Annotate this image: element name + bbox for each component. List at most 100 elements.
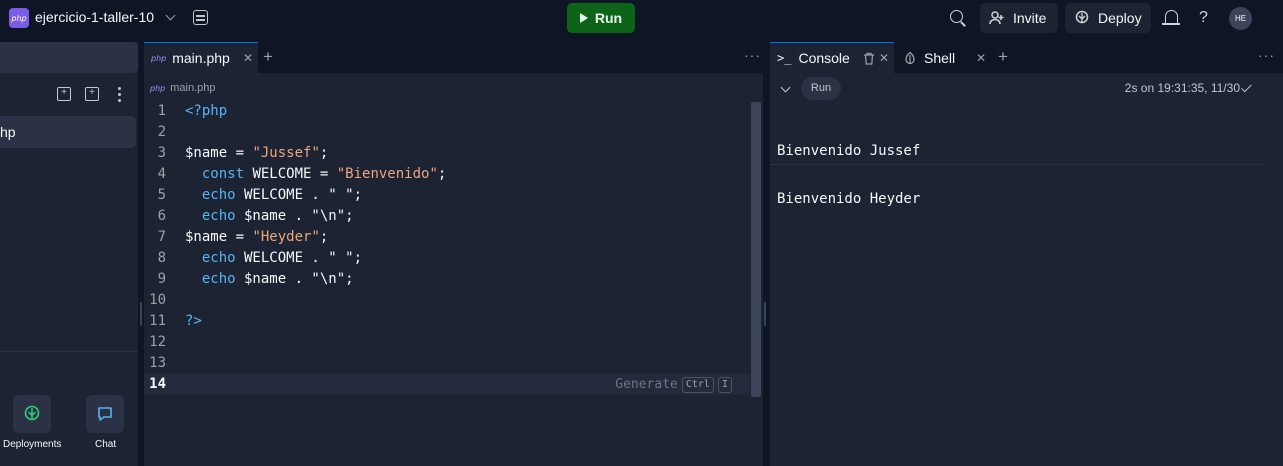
deploy-label: Deploy bbox=[1098, 10, 1142, 26]
chevron-down-icon[interactable] bbox=[165, 10, 176, 21]
more-options-icon[interactable] bbox=[118, 87, 122, 102]
close-icon[interactable]: ✕ bbox=[976, 51, 986, 65]
invite-label: Invite bbox=[1013, 10, 1047, 26]
code-token: "Heyder" bbox=[252, 229, 320, 245]
split-resize-handle[interactable] bbox=[764, 302, 766, 326]
repl-name[interactable]: ejercicio-1-taller-10 bbox=[35, 9, 154, 25]
code-token: ; bbox=[319, 229, 329, 245]
tab-label: Console bbox=[798, 50, 850, 66]
file-panel: + + hp Deployments Chat bbox=[0, 42, 138, 466]
tab-console[interactable]: >_ Console bbox=[770, 42, 894, 73]
file-search[interactable] bbox=[0, 42, 138, 73]
console-output: Bienvenido Jussef Bienvenido Heyder bbox=[777, 111, 920, 239]
code-line[interactable]: 3 $name = "Jussef"; bbox=[144, 143, 750, 164]
code-line[interactable]: 9 echo $name . "\n"; bbox=[144, 269, 750, 290]
line-number: 7 bbox=[157, 229, 166, 245]
deployments-button[interactable] bbox=[13, 395, 51, 433]
breadcrumb-file[interactable]: main.php bbox=[170, 82, 215, 94]
code-text: <?php bbox=[185, 101, 227, 122]
code-text: echo WELCOME . " "; bbox=[185, 185, 362, 206]
console-tab-bar: >_ Console ✕ Shell ✕ + ··· bbox=[770, 42, 1283, 73]
line-number: 8 bbox=[157, 250, 166, 266]
left-resize-handle[interactable] bbox=[140, 302, 142, 326]
run-button[interactable]: Run bbox=[567, 3, 635, 33]
shortcut-key: I bbox=[717, 376, 732, 393]
code-line[interactable]: 6 echo $name . "\n"; bbox=[144, 206, 750, 227]
code-line[interactable]: 7 $name = "Heyder"; bbox=[144, 227, 750, 248]
run-metadata: 2s on 19:31:35, 11/30 bbox=[1124, 81, 1240, 95]
console-pane: >_ Console ✕ Shell ✕ + ··· Run 2s on 19:… bbox=[770, 42, 1283, 466]
chevron-down-icon[interactable] bbox=[780, 82, 791, 93]
new-folder-icon[interactable]: + bbox=[85, 87, 99, 101]
help-icon[interactable]: ? bbox=[1199, 9, 1208, 27]
close-icon[interactable]: ✕ bbox=[879, 51, 889, 65]
code-area[interactable]: 1 <?php 2 3 $name = "Jussef"; 4 const WELCOME… bbox=[144, 101, 750, 395]
add-tab-icon[interactable]: + bbox=[263, 47, 273, 67]
code-token: $name . "\n"; bbox=[235, 208, 354, 224]
line-number: 6 bbox=[157, 208, 166, 224]
php-file-icon: php bbox=[150, 83, 166, 93]
code-token: ; bbox=[437, 166, 447, 182]
code-token: const bbox=[201, 166, 245, 182]
line-number: 11 bbox=[149, 313, 166, 329]
shortcut-key: Ctrl bbox=[681, 376, 714, 393]
trash-icon[interactable] bbox=[863, 52, 875, 65]
run-chip[interactable]: Run bbox=[801, 77, 841, 100]
add-user-icon bbox=[989, 11, 1004, 25]
line-number: 14 bbox=[149, 376, 166, 392]
code-line[interactable]: 4 const WELCOME = "Bienvenido"; bbox=[144, 164, 750, 185]
tab-main-php[interactable]: php main.php bbox=[144, 42, 258, 73]
code-line[interactable]: 5 echo WELCOME . " "; bbox=[144, 185, 750, 206]
code-token: <?php bbox=[185, 103, 228, 119]
code-line[interactable]: 10 bbox=[144, 290, 750, 311]
search-icon[interactable] bbox=[950, 10, 963, 23]
line-number: 13 bbox=[149, 355, 166, 371]
code-line[interactable]: 12 bbox=[144, 332, 750, 353]
new-file-icon[interactable]: + bbox=[57, 87, 71, 101]
file-item-main-php[interactable]: hp bbox=[0, 116, 136, 148]
generate-hint[interactable]: Generate Ctrl I bbox=[615, 374, 732, 395]
avatar[interactable]: HE bbox=[1229, 7, 1252, 30]
line-number: 1 bbox=[157, 103, 166, 119]
breadcrumb: php main.php bbox=[150, 82, 216, 94]
editor-scrollbar[interactable] bbox=[751, 102, 761, 397]
code-text: $name = "Heyder"; bbox=[185, 227, 328, 248]
code-line[interactable]: 2 bbox=[144, 122, 750, 143]
tab-label: main.php bbox=[172, 50, 230, 66]
code-line[interactable]: 14 Generate Ctrl I bbox=[144, 374, 750, 395]
more-options-icon[interactable]: ··· bbox=[744, 47, 761, 63]
run-button-label: Run bbox=[594, 10, 623, 26]
bell-icon[interactable] bbox=[1162, 10, 1180, 25]
code-line[interactable]: 8 echo WELCOME . " "; bbox=[144, 248, 750, 269]
close-icon[interactable]: ✕ bbox=[243, 51, 253, 65]
add-tab-icon[interactable]: + bbox=[998, 47, 1008, 67]
line-number: 5 bbox=[157, 187, 166, 203]
check-icon bbox=[1241, 81, 1252, 93]
chat-label: Chat bbox=[95, 439, 117, 450]
invite-button[interactable]: Invite bbox=[980, 3, 1058, 33]
generate-label: Generate bbox=[615, 377, 678, 392]
code-token: "Bienvenido" bbox=[336, 166, 438, 182]
code-text: echo WELCOME . " "; bbox=[185, 248, 362, 269]
code-line[interactable]: 11 ?> bbox=[144, 311, 750, 332]
deployments-label: Deployments bbox=[3, 439, 62, 450]
code-line[interactable]: 1 <?php bbox=[144, 101, 750, 122]
more-options-icon[interactable]: ··· bbox=[1258, 47, 1275, 63]
terminal-prompt-icon: >_ bbox=[777, 51, 792, 65]
layout-toggle-icon[interactable] bbox=[193, 10, 208, 25]
deploy-button[interactable]: Deploy bbox=[1065, 3, 1151, 33]
chat-button[interactable] bbox=[86, 395, 124, 433]
code-token: ; bbox=[319, 145, 329, 161]
console-output-line: Bienvenido Jussef bbox=[777, 143, 921, 159]
console-output-line: Bienvenido Heyder bbox=[777, 191, 921, 207]
php-logo-icon[interactable]: php bbox=[9, 8, 29, 28]
line-number: 10 bbox=[149, 292, 166, 308]
code-token: echo bbox=[201, 187, 236, 203]
line-number: 9 bbox=[157, 271, 166, 287]
line-number: 12 bbox=[149, 334, 166, 350]
code-editor: php main.php ✕ + ··· php main.php 1 <?php… bbox=[144, 42, 763, 466]
code-token: echo bbox=[201, 208, 236, 224]
code-token: $name = bbox=[185, 145, 253, 161]
code-line[interactable]: 13 bbox=[144, 353, 750, 374]
